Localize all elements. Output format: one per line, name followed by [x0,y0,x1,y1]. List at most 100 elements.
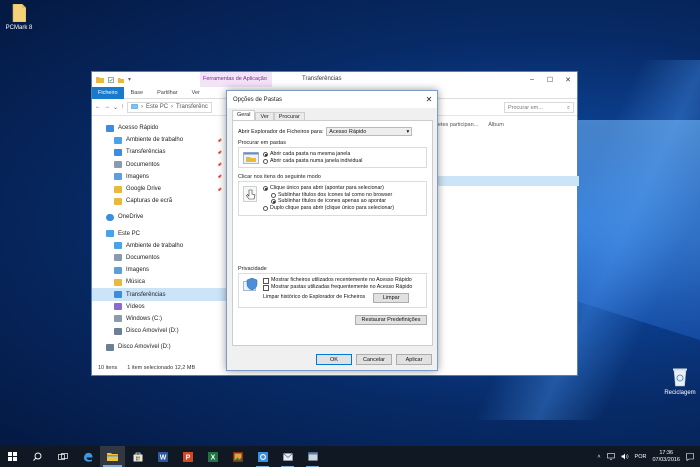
nav-item[interactable]: Disco Amovível (D:) [92,341,226,353]
taskbar-file-explorer[interactable] [100,446,125,467]
pin-icon[interactable]: 📌 [217,187,222,192]
option-underline-hover[interactable]: Sublinhar títulos de ícones apenas ao ap… [263,198,423,205]
breadcrumb-downloads[interactable]: Transferênc [176,104,208,110]
search-button[interactable] [25,446,50,467]
nav-item[interactable]: Documentos 📌 [92,159,226,171]
properties-icon[interactable] [108,76,114,83]
radio-double-click[interactable] [263,205,268,211]
clear-history-row: Limpar histórico do Explorador de Fichei… [263,292,423,303]
network-icon[interactable] [606,453,615,460]
checkbox-recent-files[interactable] [263,277,269,284]
maximize-icon[interactable]: ☐ [541,76,559,84]
notifications-icon[interactable] [686,452,694,461]
desktop-icon [114,242,122,250]
restore-row: Restaurar Predefinições [238,314,427,325]
pin-icon[interactable]: 📌 [217,162,222,167]
close-icon[interactable]: ✕ [421,95,437,104]
clock[interactable]: 17:36 07/03/2016 [652,450,680,463]
column-header-album[interactable]: Álbum [488,122,504,128]
nav-item[interactable]: Ambiente de trabalho [92,240,226,252]
nav-item[interactable]: Ambiente de trabalho 📌 [92,134,226,146]
image-icon [114,266,122,274]
nav-item[interactable]: Windows (C:) [92,313,226,325]
taskbar-mail[interactable] [275,446,300,467]
start-button[interactable] [0,446,25,467]
computer-icon [106,230,114,238]
nav-item[interactable]: Imagens 📌 [92,171,226,183]
taskbar-photos[interactable] [225,446,250,467]
nav-item[interactable]: Transferências 📌 [92,146,226,158]
nav-item[interactable]: Documentos [92,252,226,264]
option-single-click[interactable]: Clique único para abrir (apontar para se… [263,185,423,192]
nav-item[interactable]: Disco Amovível (D:) [92,325,226,337]
chevron-up-icon[interactable]: ˄ [597,454,600,460]
search-input[interactable]: Procurar em... ⌕ [504,102,574,113]
taskbar-word[interactable]: W [150,446,175,467]
recent-locations-icon[interactable]: ⌄ [113,104,118,111]
clear-history-button[interactable]: Limpar [373,292,410,303]
option-show-recent-files[interactable]: Mostrar ficheiros utilizados recentement… [263,277,423,284]
apply-button[interactable]: Aplicar [396,354,432,365]
dialog-footer: OK Cancelar Aplicar [316,354,432,365]
file-explorer-icon [107,453,118,461]
taskbar-edge[interactable] [75,446,100,467]
cancel-button[interactable]: Cancelar [356,354,392,365]
desktop-icon-pcmark[interactable]: PCMark 8 [0,4,44,31]
radio-new-window[interactable] [263,158,268,164]
radio-underline-hover[interactable] [271,199,276,205]
taskbar-app[interactable] [300,446,325,467]
taskbar-settings[interactable] [250,446,275,467]
volume-icon[interactable] [621,453,629,460]
chevron-down-icon: ▾ [406,129,410,135]
back-arrow-icon[interactable]: ← [95,104,101,110]
option-show-frequent-folders[interactable]: Mostrar pastas utilizadas frequentemente… [263,284,423,291]
taskbar-powerpoint[interactable]: P [175,446,200,467]
selected-file-row[interactable] [422,176,579,186]
radio-single-click[interactable] [263,186,268,192]
nav-item[interactable]: Imagens [92,264,226,276]
new-folder-icon[interactable] [118,77,124,83]
close-icon[interactable]: ✕ [559,76,577,84]
option-underline-always[interactable]: Sublinhar títulos dos ícones tal como no… [263,192,423,199]
open-explorer-select[interactable]: Acesso Rápido ▾ [326,127,413,136]
tab-home[interactable]: Base [124,90,151,96]
restore-defaults-button[interactable]: Restaurar Predefinições [355,314,427,325]
pin-icon[interactable]: 📌 [217,138,222,143]
radio-underline-always[interactable] [271,192,276,198]
nav-item[interactable]: Google Drive 📌 [92,183,226,195]
desktop-icon-recycle-bin[interactable]: Reciclagem [655,367,700,396]
nav-item[interactable]: Música [92,276,226,288]
taskbar-store[interactable] [125,446,150,467]
ok-button[interactable]: OK [316,354,352,365]
nav-item[interactable]: Acesso Rápido [92,122,226,134]
option-same-window[interactable]: Abrir cada pasta na mesma janela [263,151,423,158]
tab-file[interactable]: Ficheiro [92,86,124,99]
pin-icon[interactable]: 📌 [217,150,222,155]
nav-item[interactable]: Este PC [92,228,226,240]
up-arrow-icon[interactable]: ↑ [121,104,124,110]
navigation-pane: Acesso Rápido Ambiente de trabalho 📌 Transf… [92,118,227,362]
forward-arrow-icon[interactable]: → [104,104,110,110]
option-new-window[interactable]: Abrir cada pasta numa janela individual [263,158,423,165]
svg-text:P: P [185,454,190,461]
context-tab-app-tools[interactable]: Ferramentas de Aplicação [200,72,272,87]
tab-share[interactable]: Partilhar [150,90,184,96]
breadcrumb-this-pc[interactable]: Este PC [146,104,168,110]
address-bar[interactable]: › Este PC › Transferênc [127,101,212,113]
checkbox-frequent-folders[interactable] [263,284,269,291]
clear-history-label: Limpar histórico do Explorador de Fichei… [263,294,366,301]
nav-item[interactable]: Transferências [92,288,226,301]
option-double-click[interactable]: Duplo clique para abrir (clique único pa… [263,205,423,212]
minimize-icon[interactable]: – [523,76,541,84]
nav-item-label: Disco Amovível (D:) [118,344,171,351]
nav-item[interactable]: Capturas de ecrã [92,195,226,207]
taskbar-excel[interactable]: X [200,446,225,467]
tab-view[interactable]: Ver [185,90,207,96]
task-view-button[interactable] [50,446,75,467]
radio-same-window[interactable] [263,152,268,157]
nav-item[interactable]: Vídeos [92,301,226,313]
nav-item[interactable]: OneDrive [92,211,226,223]
language-indicator[interactable]: POR [635,454,647,460]
customize-toolbar-icon[interactable]: ▾ [128,76,131,83]
pin-icon[interactable]: 📌 [217,174,222,179]
